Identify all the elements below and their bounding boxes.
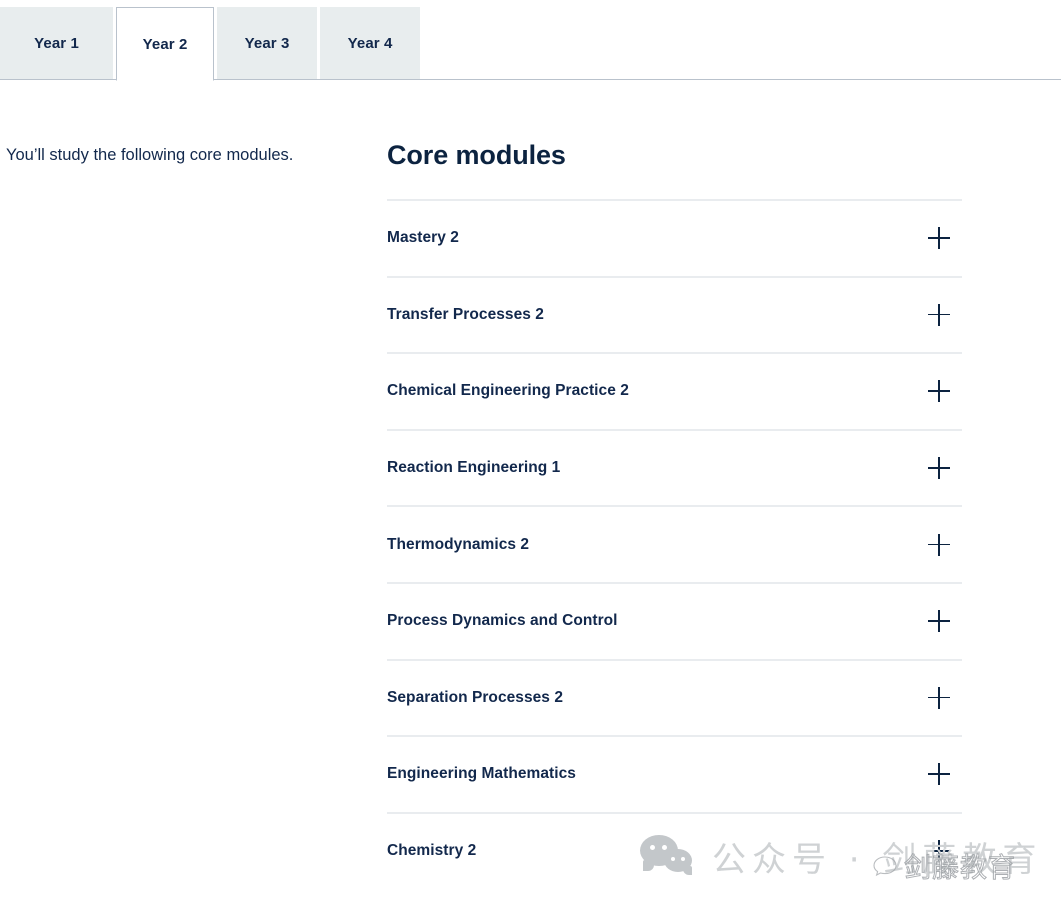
- page-title: Core modules: [387, 140, 566, 170]
- intro-text: You’ll study the following core modules.: [6, 146, 294, 164]
- accordion-item-label: Reaction Engineering 1: [387, 459, 561, 477]
- accordion-item[interactable]: Chemistry 2: [387, 811, 962, 889]
- tab-panel-year-2: You’ll study the following core modules.…: [0, 80, 1061, 888]
- plus-icon[interactable]: [927, 686, 951, 710]
- accordion-item-label: Chemistry 2: [387, 842, 477, 860]
- tab-label: Year 2: [142, 35, 188, 53]
- tabs-bar: Year 1 Year 2 Year 3 Year 4: [0, 0, 1061, 81]
- plus-icon[interactable]: [927, 379, 951, 403]
- plus-icon[interactable]: [927, 762, 951, 786]
- year-tablist: Year 1 Year 2 Year 3 Year 4: [0, 7, 420, 81]
- plus-icon[interactable]: [927, 226, 951, 250]
- tab-label: Year 4: [347, 35, 393, 52]
- plus-icon[interactable]: [927, 839, 951, 863]
- accordion-item-label: Engineering Mathematics: [387, 765, 576, 783]
- accordion-item[interactable]: Mastery 2: [387, 199, 962, 276]
- accordion-item-label: Chemical Engineering Practice 2: [387, 382, 629, 400]
- accordion-item[interactable]: Engineering Mathematics: [387, 735, 962, 812]
- tab-label: Year 3: [244, 35, 290, 52]
- accordion-item[interactable]: Transfer Processes 2: [387, 275, 962, 353]
- intro-column: You’ll study the following core modules.: [0, 140, 387, 888]
- core-modules-accordion: Mastery 2 Transfer Processes 2 Chemical …: [387, 199, 962, 888]
- tab-year-2[interactable]: Year 2: [116, 7, 214, 81]
- modules-column: Core modules Mastery 2 Transfer Processe…: [387, 140, 962, 888]
- tab-year-4[interactable]: Year 4: [320, 7, 420, 79]
- accordion-item-label: Thermodynamics 2: [387, 535, 530, 553]
- plus-icon[interactable]: [927, 609, 951, 633]
- tab-year-3[interactable]: Year 3: [217, 7, 317, 79]
- accordion-item-label: Separation Processes 2: [387, 688, 563, 706]
- accordion-item-label: Mastery 2: [387, 229, 459, 247]
- accordion-item[interactable]: Chemical Engineering Practice 2: [387, 352, 962, 429]
- tab-year-1[interactable]: Year 1: [0, 7, 113, 79]
- accordion-item-label: Process Dynamics and Control: [387, 612, 618, 630]
- accordion-item[interactable]: Thermodynamics 2: [387, 505, 962, 582]
- accordion-item[interactable]: Process Dynamics and Control: [387, 581, 962, 659]
- plus-icon[interactable]: [927, 456, 951, 480]
- accordion-item-label: Transfer Processes 2: [387, 305, 544, 323]
- tab-label: Year 1: [34, 35, 79, 52]
- accordion-item[interactable]: Reaction Engineering 1: [387, 428, 962, 506]
- plus-icon[interactable]: [927, 303, 951, 327]
- plus-icon[interactable]: [927, 533, 951, 557]
- accordion-item[interactable]: Separation Processes 2: [387, 658, 962, 736]
